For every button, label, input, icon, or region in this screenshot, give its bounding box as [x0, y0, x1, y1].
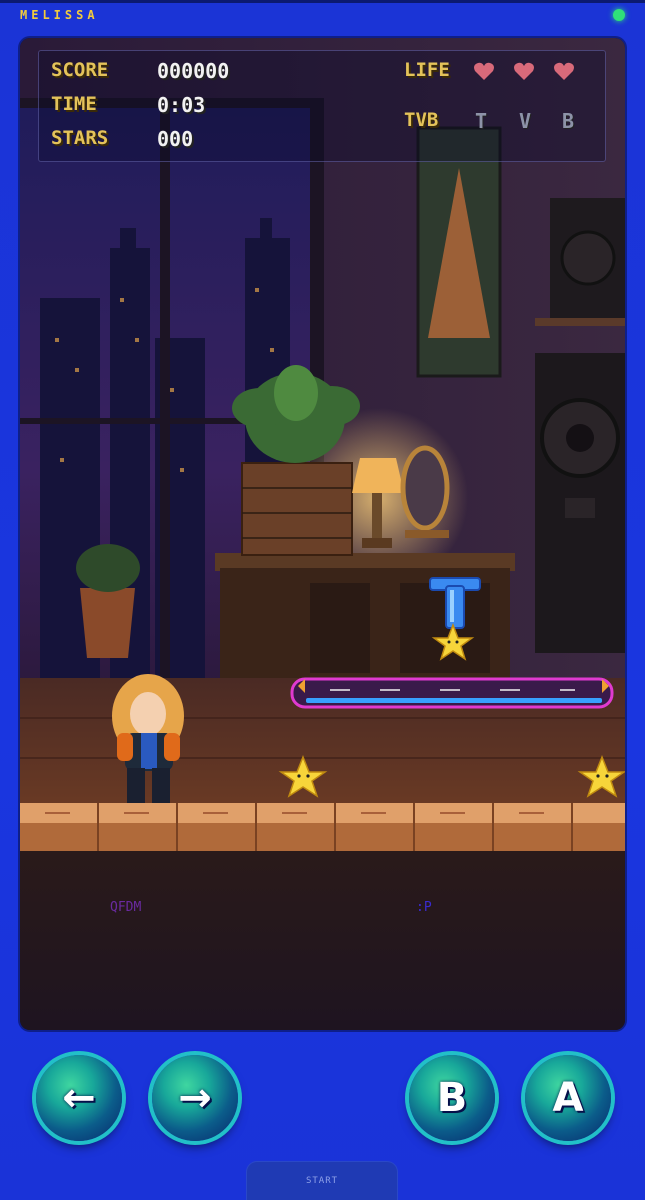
- life-label: LIFE: [404, 59, 450, 81]
- score-value: 000000: [157, 59, 230, 83]
- start-button[interactable]: START: [247, 1162, 397, 1200]
- left-arrow-icon: ←: [62, 1075, 96, 1121]
- time-label: TIME: [51, 93, 97, 115]
- heart-icon: [514, 62, 534, 80]
- stars-label: STARS: [51, 127, 109, 149]
- heart-icon: [474, 62, 494, 80]
- b-button-label: B: [436, 1075, 468, 1121]
- right-arrow-icon: →: [178, 1075, 212, 1121]
- scene-text-right: :P: [416, 900, 432, 915]
- b-button[interactable]: B: [409, 1055, 495, 1141]
- a-button[interactable]: A: [525, 1055, 611, 1141]
- stars-value: 000: [157, 127, 194, 151]
- game-scene: [20, 38, 625, 1030]
- tvb-letter-t: T: [475, 109, 488, 133]
- app-title: MELISSA: [20, 8, 99, 22]
- game-screen[interactable]: QFDM :P SCORE 000000 TIME 0:03 STARS 000…: [20, 38, 625, 1030]
- right-arrow-button[interactable]: →: [152, 1055, 238, 1141]
- scene-text-left: QFDM: [110, 900, 142, 915]
- time-value: 0:03: [157, 93, 206, 117]
- top-bar: [0, 0, 645, 3]
- tvb-letter-b: B: [562, 109, 575, 133]
- heart-icon: [554, 62, 574, 80]
- hud-panel: SCORE 000000 TIME 0:03 STARS 000 LIFE TV…: [38, 50, 606, 162]
- score-label: SCORE: [51, 59, 109, 81]
- tvb-label: TVB: [404, 109, 439, 131]
- a-button-label: A: [552, 1075, 584, 1121]
- status-indicator: [613, 9, 625, 21]
- tvb-letter-v: V: [519, 109, 532, 133]
- left-arrow-button[interactable]: ←: [36, 1055, 122, 1141]
